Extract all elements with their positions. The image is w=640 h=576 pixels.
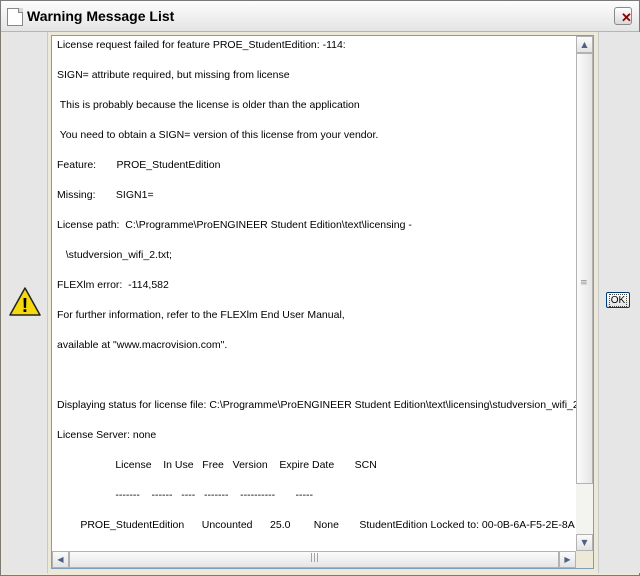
icon-panel: ! xyxy=(3,32,48,573)
message-line: License request failed for feature PROE_… xyxy=(57,39,346,51)
message-line: Missing: SIGN1= xyxy=(57,189,154,201)
vertical-scroll-thumb[interactable]: ≡ xyxy=(576,53,593,484)
button-panel: OK xyxy=(598,32,640,573)
scrollbar-corner xyxy=(576,551,593,568)
scroll-down-arrow-icon[interactable]: ▼ xyxy=(576,534,593,551)
warning-exclamation: ! xyxy=(22,295,29,317)
content-panel: License request failed for feature PROE_… xyxy=(48,32,598,573)
scroll-left-arrow-icon[interactable]: ◀ xyxy=(52,551,69,568)
message-line: \studversion_wifi_2.txt; xyxy=(57,249,172,261)
ok-button-label: OK xyxy=(608,294,628,307)
message-line: FLEXlm error: -114,582 xyxy=(57,279,169,291)
horizontal-scrollbar[interactable]: ◀ ||| ▶ xyxy=(52,551,576,568)
scroll-right-arrow-icon[interactable]: ▶ xyxy=(559,551,576,568)
window-title: Warning Message List xyxy=(27,8,175,24)
message-line: Feature: PROE_StudentEdition xyxy=(57,159,221,171)
message-line: PROE_StudentEdition Uncounted 25.0 None … xyxy=(57,519,575,531)
close-button[interactable]: ✕ xyxy=(614,7,632,25)
message-line: You need to obtain a SIGN= version of th… xyxy=(57,129,379,141)
grip-icon: ||| xyxy=(310,553,320,563)
message-line: available at "www.macrovision.com". xyxy=(57,339,228,351)
scroll-up-arrow-icon[interactable]: ▲ xyxy=(576,36,593,53)
message-line: License In Use Free Version Expire Date … xyxy=(57,459,377,471)
document-icon xyxy=(7,8,23,26)
message-line: Displaying status for license file: C:\P… xyxy=(57,399,577,411)
message-line: License Server: none xyxy=(57,429,157,441)
warning-message-window: Warning Message List ✕ ! License request… xyxy=(0,0,640,576)
vertical-scrollbar[interactable]: ▲ ≡ ▼ xyxy=(576,36,593,551)
title-bar[interactable]: Warning Message List ✕ xyxy=(1,1,639,32)
ok-button[interactable]: OK xyxy=(606,292,630,308)
message-line: ------- ------ ---- ------- ---------- -… xyxy=(57,489,313,501)
message-line: License path: C:\Programme\ProENGINEER S… xyxy=(57,219,412,231)
message-line: SIGN= attribute required, but missing fr… xyxy=(57,69,290,81)
message-line: This is probably because the license is … xyxy=(57,99,360,111)
horizontal-scroll-thumb[interactable]: ||| xyxy=(69,551,559,568)
grip-icon: ≡ xyxy=(580,278,588,288)
message-lines: License request failed for feature PROE_… xyxy=(57,36,577,551)
warning-triangle-icon: ! xyxy=(9,287,41,317)
message-line: For further information, refer to the FL… xyxy=(57,309,345,321)
message-text-area[interactable]: License request failed for feature PROE_… xyxy=(51,35,594,569)
